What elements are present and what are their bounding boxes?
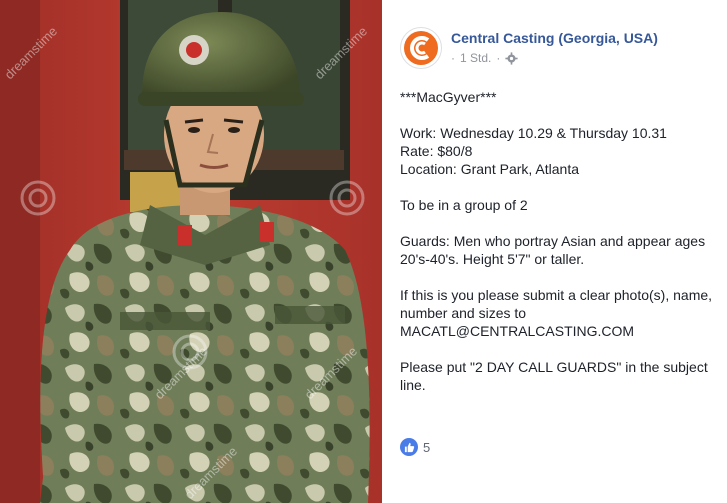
post-header: Central Casting (Georgia, USA) · 1 Std. … xyxy=(400,24,720,72)
soldier-photo: dreamstime dreamstime dreamstime dreamst… xyxy=(0,0,382,503)
subject-line-instructions: Please put "2 DAY CALL GUARDS" in the su… xyxy=(400,359,708,393)
post-timestamp[interactable]: 1 Std. xyxy=(460,51,491,65)
reactions-bar[interactable]: 5 xyxy=(400,438,430,456)
reaction-count[interactable]: 5 xyxy=(423,440,430,455)
post-details: Work: Wednesday 10.29 & Thursday 10.31 R… xyxy=(400,124,720,178)
role-description: Guards: Men who portray Asian and appear… xyxy=(400,233,706,267)
facebook-post-view: dreamstime dreamstime dreamstime dreamst… xyxy=(0,0,727,503)
page-name-link[interactable]: Central Casting (Georgia, USA) xyxy=(451,30,658,46)
work-dates: Work: Wednesday 10.29 & Thursday 10.31 xyxy=(400,125,667,141)
submission-text: If this is you please submit a clear pho… xyxy=(400,287,713,321)
post-body: ***MacGyver*** Work: Wednesday 10.29 & T… xyxy=(400,88,720,412)
post-title-line: ***MacGyver*** xyxy=(400,89,497,105)
location: Location: Grant Park, Atlanta xyxy=(400,161,579,177)
group-size: To be in a group of 2 xyxy=(400,197,528,213)
meta-separator: · xyxy=(496,51,501,65)
thumbs-up-icon xyxy=(400,438,418,456)
submission-instructions: If this is you please submit a clear pho… xyxy=(400,286,720,340)
submission-email: MACATL@CENTRALCASTING.COM xyxy=(400,323,635,339)
post-panel: Central Casting (Georgia, USA) · 1 Std. … xyxy=(382,0,727,503)
post-meta: · 1 Std. · xyxy=(451,51,518,65)
gear-icon[interactable] xyxy=(505,51,518,65)
page-avatar[interactable] xyxy=(400,27,442,69)
post-photo[interactable]: dreamstime dreamstime dreamstime dreamst… xyxy=(0,0,382,503)
meta-separator: · xyxy=(451,51,455,65)
central-casting-logo-icon xyxy=(404,31,438,65)
rate: Rate: $80/8 xyxy=(400,143,473,159)
